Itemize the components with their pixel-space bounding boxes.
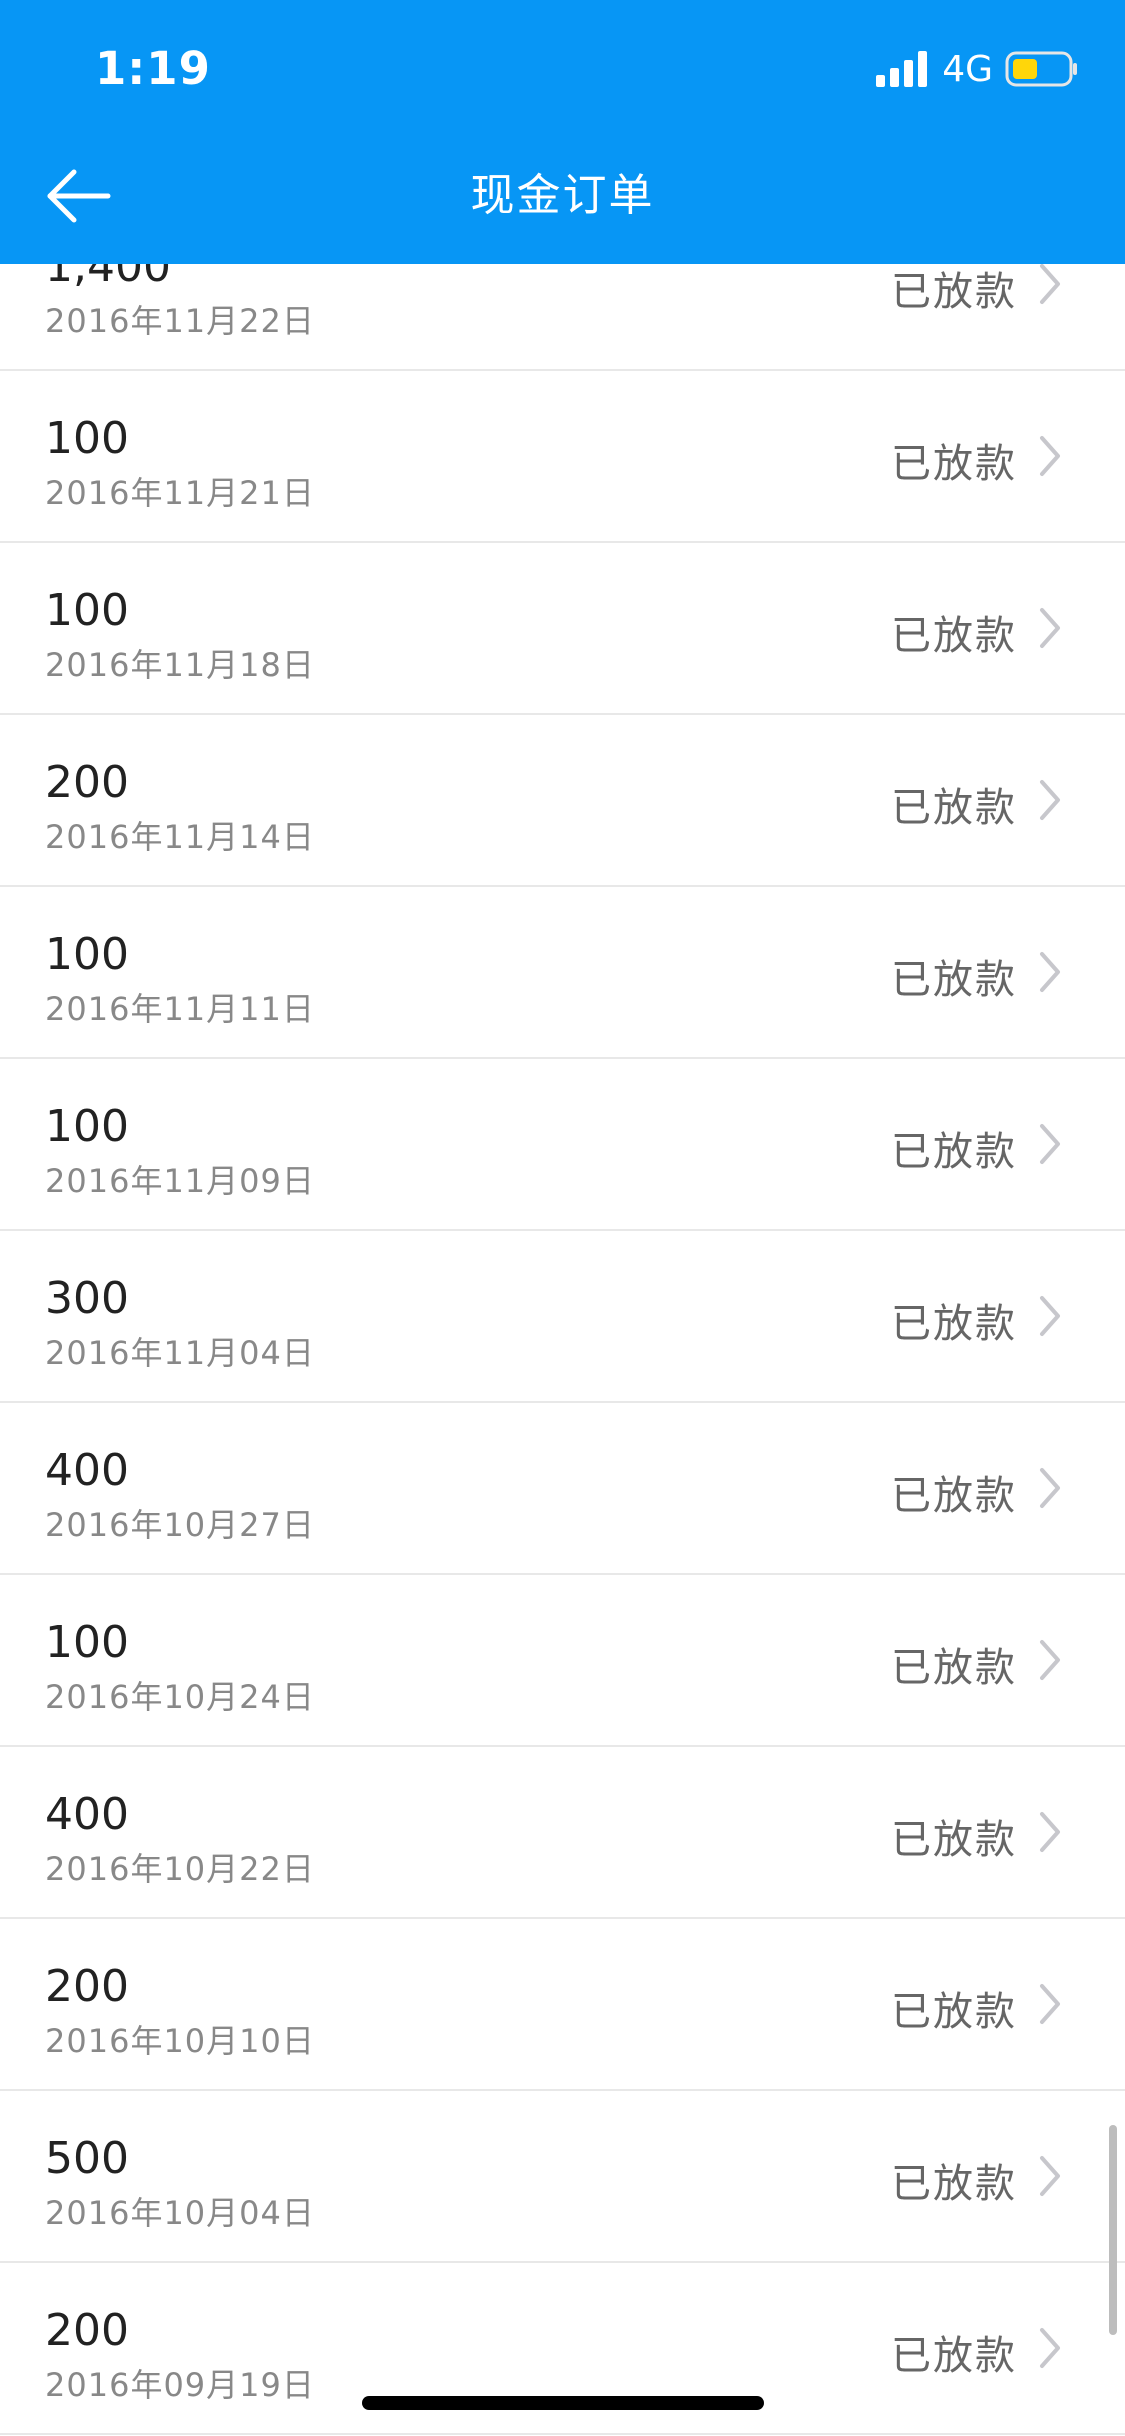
order-amount: 300: [45, 1273, 129, 1324]
chevron-right-icon: [1040, 608, 1060, 648]
order-amount: 500: [45, 2133, 129, 2184]
order-row[interactable]: 100 2016年11月11日 已放款: [0, 887, 1125, 1059]
status-time: 1:19: [95, 42, 211, 95]
order-amount: 200: [45, 2305, 129, 2356]
order-status: 已放款: [891, 1129, 1017, 1175]
order-status: 已放款: [891, 1645, 1017, 1691]
order-amount: 100: [45, 585, 129, 636]
chevron-right-icon: [1040, 2328, 1060, 2368]
order-amount: 100: [45, 1617, 129, 1668]
signal-icon: [876, 51, 928, 87]
back-button[interactable]: [44, 168, 114, 224]
order-date: 2016年11月14日: [45, 818, 315, 856]
chevron-right-icon: [1040, 1124, 1060, 1164]
chevron-right-icon: [1040, 264, 1060, 304]
order-row[interactable]: 100 2016年10月24日 已放款: [0, 1575, 1125, 1747]
order-amount: 400: [45, 1445, 129, 1496]
order-row[interactable]: 300 2016年11月04日 已放款: [0, 1231, 1125, 1403]
order-row[interactable]: 500 2016年10月04日 已放款: [0, 2091, 1125, 2263]
order-status: 已放款: [891, 1301, 1017, 1347]
order-row[interactable]: 400 2016年10月22日 已放款: [0, 1747, 1125, 1919]
chevron-right-icon: [1040, 1812, 1060, 1852]
order-date: 2016年11月11日: [45, 990, 315, 1028]
order-status: 已放款: [891, 957, 1017, 1003]
order-amount: 100: [45, 1101, 129, 1152]
order-status: 已放款: [891, 1473, 1017, 1519]
order-row[interactable]: 100 2016年11月21日 已放款: [0, 371, 1125, 543]
chevron-right-icon: [1040, 780, 1060, 820]
order-date: 2016年11月21日: [45, 474, 315, 512]
order-date: 2016年11月22日: [45, 302, 315, 340]
order-date: 2016年09月19日: [45, 2366, 315, 2404]
order-status: 已放款: [891, 441, 1017, 487]
order-list: 1,400 2016年11月22日 已放款 100 2016年11月21日 已放…: [0, 199, 1125, 2435]
chevron-right-icon: [1040, 952, 1060, 992]
order-date: 2016年10月22日: [45, 1850, 315, 1888]
order-status: 已放款: [891, 785, 1017, 831]
status-icons: 4G: [876, 46, 1079, 92]
order-row[interactable]: 100 2016年11月09日 已放款: [0, 1059, 1125, 1231]
order-row[interactable]: 400 2016年10月27日 已放款: [0, 1403, 1125, 1575]
order-row[interactable]: 200 2016年11月14日 已放款: [0, 715, 1125, 887]
order-status: 已放款: [891, 1817, 1017, 1863]
order-date: 2016年10月24日: [45, 1678, 315, 1716]
order-date: 2016年11月09日: [45, 1162, 315, 1200]
chevron-right-icon: [1040, 1296, 1060, 1336]
order-date: 2016年10月27日: [45, 1506, 315, 1544]
order-amount: 200: [45, 757, 129, 808]
chevron-right-icon: [1040, 1640, 1060, 1680]
order-amount: 200: [45, 1961, 129, 2012]
order-date: 2016年11月04日: [45, 1334, 315, 1372]
chevron-right-icon: [1040, 436, 1060, 476]
order-row[interactable]: 100 2016年11月18日 已放款: [0, 543, 1125, 715]
chevron-right-icon: [1040, 1984, 1060, 2024]
order-amount: 100: [45, 413, 129, 464]
order-date: 2016年11月18日: [45, 646, 315, 684]
order-date: 2016年10月10日: [45, 2022, 315, 2060]
order-status: 已放款: [891, 2333, 1017, 2379]
order-status: 已放款: [891, 1989, 1017, 2035]
scroll-indicator[interactable]: [1109, 2125, 1117, 2335]
order-amount: 400: [45, 1789, 129, 1840]
page-title: 现金订单: [470, 170, 655, 221]
order-row[interactable]: 200 2016年10月10日 已放款: [0, 1919, 1125, 2091]
nav-header: 1:19 4G 现金订单: [0, 0, 1125, 264]
order-status: 已放款: [891, 2161, 1017, 2207]
order-status: 已放款: [891, 613, 1017, 659]
order-date: 2016年10月04日: [45, 2194, 315, 2232]
battery-icon: [1005, 51, 1077, 87]
order-status: 已放款: [891, 269, 1017, 315]
chevron-right-icon: [1040, 2156, 1060, 2196]
order-amount: 100: [45, 929, 129, 980]
network-type: 4G: [942, 48, 993, 90]
chevron-right-icon: [1040, 1468, 1060, 1508]
arrow-left-icon: [47, 169, 111, 223]
home-indicator[interactable]: [362, 2396, 764, 2410]
